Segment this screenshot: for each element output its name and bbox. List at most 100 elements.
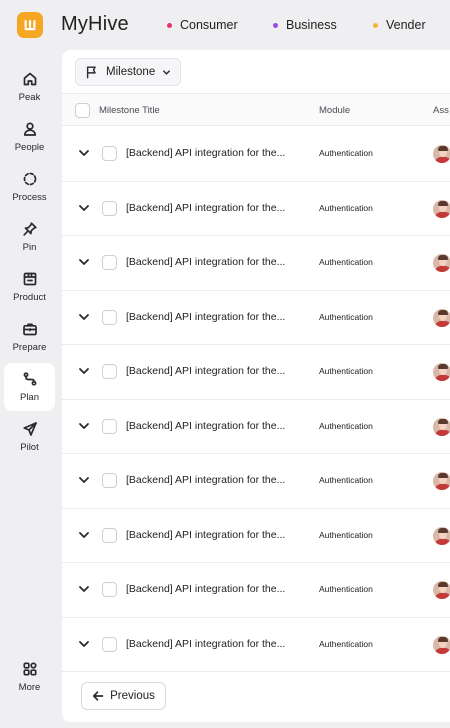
row-checkbox[interactable]: [102, 255, 117, 270]
table-row[interactable]: [Backend] API integration for the... Auth…: [62, 618, 450, 672]
product-icon: [23, 272, 36, 286]
sidebar-item-product[interactable]: Product: [4, 263, 55, 311]
sidebar-item-more[interactable]: More: [4, 653, 55, 701]
table-row[interactable]: [Backend] API integration for the... Auth…: [62, 345, 450, 400]
previous-page-button[interactable]: Previous: [81, 682, 166, 710]
assignee-avatar[interactable]: [433, 363, 450, 381]
env-label: Consumer: [180, 18, 238, 32]
sidebar-item-process[interactable]: Process: [4, 163, 55, 211]
grid-icon: [22, 662, 37, 676]
sidebar-item-pin[interactable]: Pin: [4, 213, 55, 261]
row-checkbox[interactable]: [102, 527, 117, 543]
milestone-title[interactable]: [Backend] API integration for the...: [126, 256, 285, 268]
flag-icon: [86, 66, 96, 79]
assignee-avatar[interactable]: [433, 581, 450, 599]
assignee-avatar[interactable]: [433, 472, 450, 490]
table-row[interactable]: [Backend] API integration for the... Auth…: [62, 400, 450, 454]
row-checkbox[interactable]: [102, 582, 117, 597]
milestone-title[interactable]: [Backend] API integration for the...: [126, 365, 285, 377]
module-name: Authentication: [319, 475, 373, 485]
assignee-avatar[interactable]: [433, 199, 450, 218]
milestone-title[interactable]: [Backend] API integration for the...: [126, 147, 285, 159]
row-checkbox[interactable]: [102, 473, 117, 488]
chevron-down-icon: [163, 69, 171, 75]
expand-row-chevron-icon[interactable]: [78, 474, 90, 486]
sidebar-item-people[interactable]: People: [4, 113, 55, 161]
assignee-avatar[interactable]: [433, 526, 450, 545]
expand-row-chevron-icon[interactable]: [78, 202, 90, 214]
row-checkbox[interactable]: [102, 309, 117, 325]
table-row[interactable]: [Backend] API integration for the... Auth…: [62, 454, 450, 509]
column-header-assignee[interactable]: Ass: [433, 105, 449, 116]
sidebar-item-label: Process: [12, 192, 47, 203]
table-row[interactable]: [Backend] API integration for the... Auth…: [62, 236, 450, 291]
column-header-title[interactable]: Milestone Title: [99, 105, 160, 116]
expand-row-chevron-icon[interactable]: [78, 147, 90, 159]
env-business[interactable]: Business: [273, 18, 337, 32]
expand-row-chevron-icon[interactable]: [78, 583, 90, 595]
milestone-filter-button[interactable]: Milestone: [75, 58, 181, 86]
sidebar: Peak People Process Pin Product Prepare …: [0, 50, 60, 728]
assignee-avatar[interactable]: [433, 308, 450, 327]
sidebar-item-prepare[interactable]: Prepare: [4, 313, 55, 361]
sidebar-item-peak[interactable]: Peak: [4, 63, 55, 111]
sidebar-item-plan[interactable]: Plan: [4, 363, 55, 411]
expand-row-chevron-icon[interactable]: [78, 529, 90, 541]
column-header-module[interactable]: Module: [319, 105, 350, 116]
row-checkbox[interactable]: [102, 200, 117, 216]
milestone-title[interactable]: [Backend] API integration for the...: [126, 202, 285, 214]
milestone-title[interactable]: [Backend] API integration for the...: [126, 583, 285, 595]
table-row[interactable]: [Backend] API integration for the... Auth…: [62, 563, 450, 618]
assignee-avatar[interactable]: [433, 145, 450, 163]
milestone-title[interactable]: [Backend] API integration for the...: [126, 638, 285, 650]
table-row[interactable]: [Backend] API integration for the... Auth…: [62, 509, 450, 563]
module-name: Authentication: [319, 366, 373, 376]
table-row[interactable]: [Backend] API integration for the... Auth…: [62, 291, 450, 345]
expand-row-chevron-icon[interactable]: [78, 256, 90, 268]
milestone-title[interactable]: [Backend] API integration for the...: [126, 311, 285, 323]
sidebar-item-label: Product: [13, 292, 46, 303]
row-checkbox[interactable]: [102, 364, 117, 379]
milestone-title[interactable]: [Backend] API integration for the...: [126, 420, 285, 432]
module-name: Authentication: [319, 584, 373, 594]
expand-row-chevron-icon[interactable]: [78, 365, 90, 377]
send-icon: [22, 422, 37, 436]
pin-icon: [22, 222, 37, 236]
module-name: Authentication: [319, 529, 373, 540]
assignee-avatar[interactable]: [433, 417, 450, 436]
module-name: Authentication: [319, 420, 373, 431]
sidebar-item-label: Pin: [22, 242, 37, 253]
env-vender[interactable]: Vender: [373, 18, 426, 32]
sidebar-item-label: Plan: [19, 392, 39, 403]
row-checkbox[interactable]: [102, 636, 117, 652]
person-icon: [23, 122, 36, 136]
expand-row-chevron-icon[interactable]: [78, 420, 90, 432]
sidebar-item-label: Prepare: [12, 342, 47, 353]
plan-icon: [23, 372, 36, 386]
hive-logo-icon[interactable]: [17, 12, 43, 38]
arrow-left-icon: [93, 691, 104, 701]
row-checkbox[interactable]: [102, 418, 117, 434]
row-checkbox[interactable]: [102, 146, 117, 161]
module-name: Authentication: [319, 257, 373, 267]
assignee-avatar[interactable]: [433, 635, 450, 654]
expand-row-chevron-icon[interactable]: [78, 638, 90, 650]
env-label: Business: [286, 18, 337, 32]
main-panel: Milestone Milestone Title Module Ass [Ba…: [62, 50, 450, 722]
home-icon: [23, 72, 36, 86]
table-row[interactable]: [Backend] API integration for the... Auth…: [62, 182, 450, 236]
table-row[interactable]: [Backend] API integration for the... Auth…: [62, 127, 450, 182]
expand-row-chevron-icon[interactable]: [78, 311, 90, 323]
milestone-title[interactable]: [Backend] API integration for the...: [126, 474, 285, 486]
module-name: Authentication: [319, 311, 373, 322]
milestone-filter-label: Milestone: [106, 66, 156, 78]
select-all-checkbox[interactable]: [75, 103, 90, 118]
previous-page-label: Previous: [110, 690, 155, 702]
app-title: MyHive: [61, 13, 129, 35]
sidebar-item-pilot[interactable]: Pilot: [4, 413, 55, 461]
assignee-avatar[interactable]: [433, 254, 450, 272]
module-name: Authentication: [319, 202, 373, 213]
process-icon: [23, 172, 36, 186]
env-consumer[interactable]: Consumer: [167, 18, 238, 32]
milestone-title[interactable]: [Backend] API integration for the...: [126, 529, 285, 541]
